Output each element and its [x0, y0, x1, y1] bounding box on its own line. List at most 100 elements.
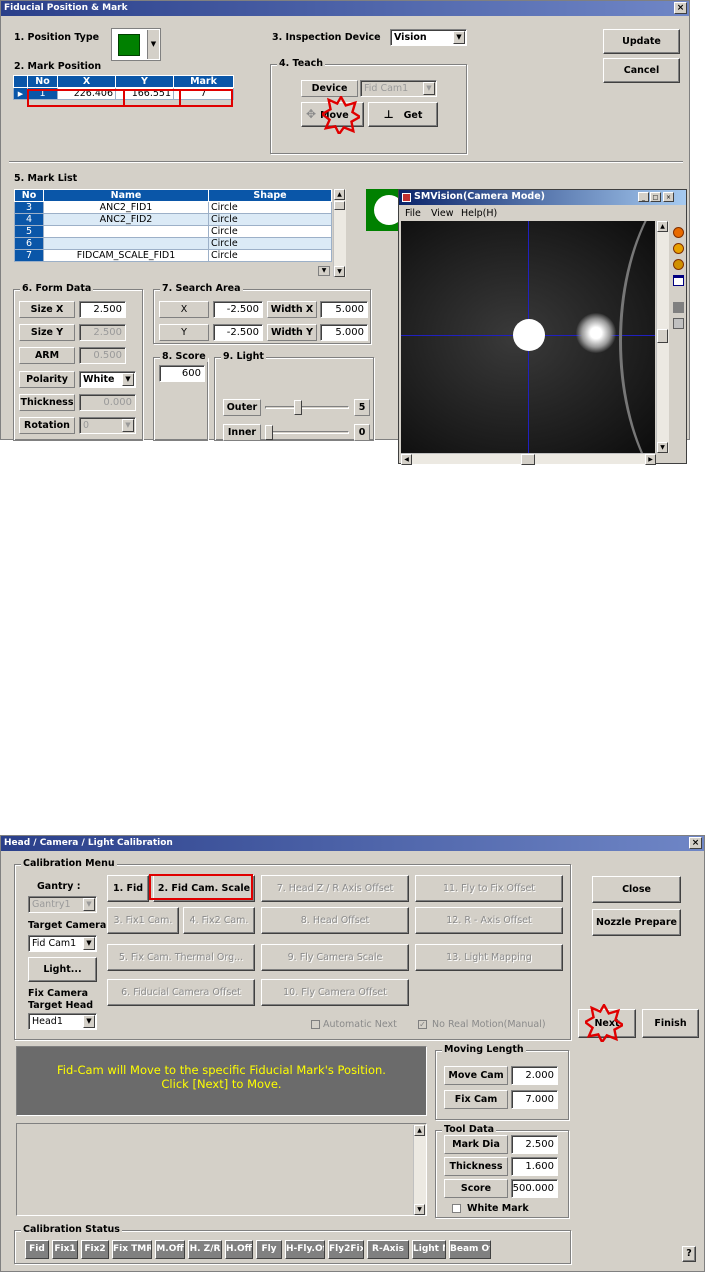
- camera-menu-file[interactable]: File: [405, 208, 421, 219]
- scroll-thumb[interactable]: [334, 201, 345, 210]
- fid-button[interactable]: 1. Fid: [107, 875, 149, 902]
- mark-position-label: 2. Mark Position: [14, 61, 102, 72]
- mark-dia-field[interactable]: 2.500: [511, 1135, 558, 1154]
- cell-shape[interactable]: Circle: [208, 249, 332, 262]
- polarity-select[interactable]: White ▼: [79, 371, 136, 388]
- zoom-fit-icon[interactable]: [673, 259, 684, 270]
- width-x-field[interactable]: 5.000: [320, 301, 368, 318]
- status-item: R-Axis: [367, 1240, 409, 1259]
- settings-icon[interactable]: [673, 318, 684, 329]
- chevron-down-icon[interactable]: ▼: [83, 937, 95, 950]
- outer-light-slider[interactable]: [265, 399, 349, 416]
- width-y-field[interactable]: 5.000: [320, 324, 368, 341]
- scroll-left-icon[interactable]: ◀: [401, 454, 412, 465]
- scroll-thumb[interactable]: [521, 454, 535, 465]
- cell-shape[interactable]: Circle: [208, 225, 332, 238]
- score-field[interactable]: 500.000: [511, 1179, 558, 1198]
- table-row[interactable]: 5 Circle: [14, 225, 332, 238]
- camera-menu-help[interactable]: Help(H): [461, 208, 497, 219]
- cell-shape[interactable]: Circle: [208, 201, 332, 214]
- scroll-right-icon[interactable]: ▶: [645, 454, 656, 465]
- inspection-device-select[interactable]: Vision ▼: [390, 29, 467, 46]
- teach-label: 4. Teach: [277, 58, 325, 69]
- slider-thumb[interactable]: [294, 400, 302, 415]
- scroll-thumb[interactable]: [657, 329, 668, 343]
- table-row[interactable]: 6 Circle: [14, 237, 332, 250]
- fiducial-window-title: Fiducial Position & Mark: [1, 1, 689, 16]
- close-icon[interactable]: ×: [663, 192, 674, 202]
- cell-name[interactable]: ANC2_FID2: [43, 213, 209, 226]
- star-highlight-icon: [322, 96, 360, 134]
- gray-block-icon[interactable]: [673, 302, 684, 313]
- table-row[interactable]: 4 ANC2_FID2 Circle: [14, 213, 332, 226]
- cell-no: 4: [14, 213, 44, 226]
- star-highlight-icon: [585, 1004, 623, 1042]
- fix-cam-field[interactable]: 7.000: [511, 1090, 558, 1109]
- status-item: Fix TMR: [112, 1240, 152, 1259]
- camera-hscrollbar[interactable]: ◀ ▶: [401, 453, 656, 465]
- size-x-field[interactable]: 2.500: [79, 301, 126, 318]
- head-offset-button: 8. Head Offset: [261, 907, 409, 934]
- target-head-label: Target Head: [28, 1000, 94, 1011]
- log-textarea[interactable]: [16, 1123, 427, 1216]
- thickness-field[interactable]: 1.600: [511, 1157, 558, 1176]
- scroll-up-icon[interactable]: ▲: [414, 1125, 425, 1136]
- maximize-icon[interactable]: □: [650, 192, 661, 202]
- search-y-field[interactable]: -2.500: [213, 324, 263, 341]
- camera-vscrollbar[interactable]: ▲ ▼: [656, 221, 669, 453]
- score-field[interactable]: 600: [159, 365, 205, 382]
- camera-menu-view[interactable]: View: [431, 208, 454, 219]
- automatic-next-checkbox[interactable]: [311, 1020, 320, 1029]
- col-x-header: X: [57, 75, 116, 88]
- cancel-button[interactable]: Cancel: [603, 58, 680, 83]
- cell-shape[interactable]: Circle: [208, 213, 332, 226]
- chevron-down-icon[interactable]: ▼: [122, 373, 134, 386]
- scroll-down-icon[interactable]: ▼: [414, 1204, 425, 1215]
- scroll-down-icon[interactable]: ▼: [334, 266, 345, 277]
- slider-thumb[interactable]: [265, 425, 273, 440]
- position-type-picker[interactable]: ▼: [111, 28, 161, 61]
- nozzle-prepare-button[interactable]: Nozzle Prepare: [592, 909, 681, 936]
- log-scrollbar[interactable]: ▲ ▼: [413, 1125, 426, 1215]
- scroll-up-icon[interactable]: ▲: [657, 221, 668, 232]
- move-cam-field[interactable]: 2.000: [511, 1066, 558, 1085]
- chevron-down-icon[interactable]: ▼: [83, 1015, 95, 1028]
- automatic-next-label: Automatic Next: [323, 1019, 397, 1030]
- cell-name[interactable]: ANC2_FID1: [43, 201, 209, 214]
- cell-no: 7: [14, 249, 44, 262]
- white-mark-checkbox[interactable]: [452, 1204, 461, 1213]
- table-row[interactable]: 3 ANC2_FID1 Circle: [14, 201, 332, 214]
- mark-list-scrollbar[interactable]: ▲ ▼: [333, 189, 346, 277]
- update-button[interactable]: Update: [603, 29, 680, 54]
- inner-light-slider[interactable]: [265, 424, 349, 441]
- zoom-in-icon[interactable]: [673, 227, 684, 238]
- scroll-down-icon[interactable]: ▼: [657, 442, 668, 453]
- close-icon[interactable]: ×: [689, 837, 702, 849]
- help-button[interactable]: ?: [682, 1246, 696, 1262]
- get-button[interactable]: ⊥ Get: [368, 102, 438, 127]
- minimize-icon[interactable]: _: [638, 192, 649, 202]
- light-button[interactable]: Light...: [28, 957, 97, 982]
- cell-name[interactable]: [43, 225, 209, 238]
- chevron-down-icon[interactable]: ▼: [453, 31, 465, 44]
- score-label: 8. Score: [160, 351, 208, 362]
- zoom-out-icon[interactable]: [673, 243, 684, 254]
- col-no-header: No: [27, 75, 58, 88]
- no-real-motion-checkbox[interactable]: ✓: [418, 1020, 427, 1029]
- table-row[interactable]: 7 FIDCAM_SCALE_FID1 Circle: [14, 249, 332, 262]
- search-x-field[interactable]: -2.500: [213, 301, 263, 318]
- close-button[interactable]: Close: [592, 876, 681, 903]
- close-icon[interactable]: ×: [674, 2, 687, 14]
- cell-name[interactable]: FIDCAM_SCALE_FID1: [43, 249, 209, 262]
- target-camera-select[interactable]: Fid Cam1 ▼: [28, 935, 97, 952]
- status-item: H.Off: [225, 1240, 253, 1259]
- scroll-up-icon[interactable]: ▲: [334, 189, 345, 200]
- cell-name[interactable]: [43, 237, 209, 250]
- inner-label: Inner: [223, 424, 261, 441]
- cell-shape[interactable]: Circle: [208, 237, 332, 250]
- finish-button[interactable]: Finish: [642, 1009, 699, 1038]
- width-x-label: Width X: [267, 301, 317, 318]
- mark-list-shape-dropdown[interactable]: ▼: [318, 266, 330, 276]
- window-icon[interactable]: [673, 275, 684, 286]
- target-head-select[interactable]: Head1 ▼: [28, 1013, 97, 1030]
